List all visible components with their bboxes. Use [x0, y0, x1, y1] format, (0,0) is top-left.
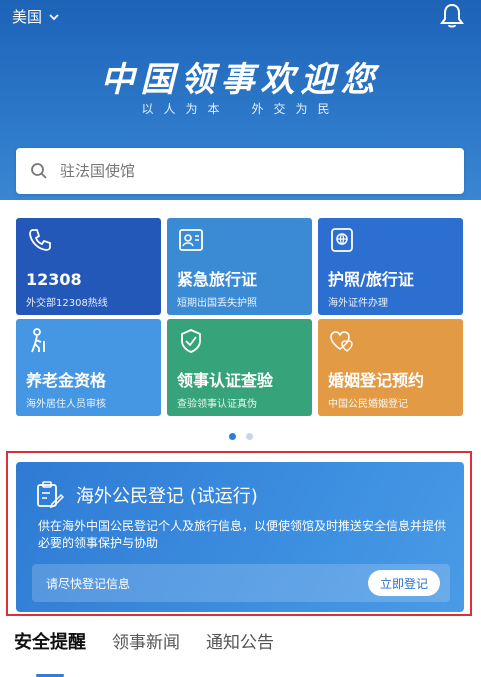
- page-dot[interactable]: [245, 433, 253, 440]
- shield-check-icon: [181, 329, 201, 353]
- service-subtitle: 查验领事认证真伪: [177, 399, 257, 410]
- page-subtitle: 以人为本 外交为民: [141, 102, 340, 116]
- service-subtitle: 外交部12308热线: [26, 298, 108, 309]
- phone-icon: [29, 229, 51, 251]
- service-title: 12308: [26, 270, 82, 289]
- page-dot-active[interactable]: [228, 433, 236, 440]
- tab-consular-news[interactable]: 领事新闻: [112, 628, 180, 669]
- service-title: 养老金资格: [26, 371, 107, 390]
- chevron-down-icon: [49, 13, 59, 20]
- bell-icon[interactable]: [438, 2, 466, 30]
- search-bar[interactable]: [16, 148, 464, 194]
- search-icon: [31, 163, 47, 179]
- service-title: 护照/旅行证: [328, 270, 414, 289]
- tab-safety-alerts[interactable]: 安全提醒: [14, 628, 86, 677]
- service-passport[interactable]: 护照/旅行证 海外证件办理: [318, 218, 463, 315]
- news-tabs: 安全提醒 领事新闻 通知公告: [0, 628, 481, 677]
- page-indicator: [0, 433, 481, 440]
- tab-notices[interactable]: 通知公告: [206, 628, 274, 669]
- elderly-icon: [31, 328, 45, 353]
- service-subtitle: 中国公民婚姻登记: [328, 399, 408, 410]
- service-title: 领事认证查验: [177, 371, 274, 390]
- service-grid: 12308 外交部12308热线 紧急旅行证 短期出国丢失护照 护照/旅行证 海…: [16, 218, 464, 416]
- hearts-icon: [330, 331, 353, 352]
- globe-icon: [331, 228, 353, 252]
- service-12308[interactable]: 12308 外交部12308热线: [16, 218, 161, 315]
- highlight-box: [6, 451, 472, 616]
- service-title: 紧急旅行证: [177, 270, 258, 289]
- service-subtitle: 海外居住人员审核: [26, 399, 106, 410]
- service-certification[interactable]: 领事认证查验 查验领事认证真伪: [167, 319, 312, 416]
- id-card-icon: [179, 229, 203, 251]
- region-selector[interactable]: 美国: [12, 6, 60, 27]
- service-marriage[interactable]: 婚姻登记预约 中国公民婚姻登记: [318, 319, 463, 416]
- service-subtitle: 海外证件办理: [328, 298, 388, 309]
- service-pension[interactable]: 养老金资格 海外居住人员审核: [16, 319, 161, 416]
- region-label: 美国: [12, 8, 43, 26]
- service-title: 婚姻登记预约: [328, 371, 425, 390]
- page-title: 中国领事欢迎您: [100, 60, 381, 100]
- service-subtitle: 短期出国丢失护照: [177, 298, 257, 309]
- service-emergency-travel-doc[interactable]: 紧急旅行证 短期出国丢失护照: [167, 218, 312, 315]
- search-input[interactable]: [58, 161, 422, 181]
